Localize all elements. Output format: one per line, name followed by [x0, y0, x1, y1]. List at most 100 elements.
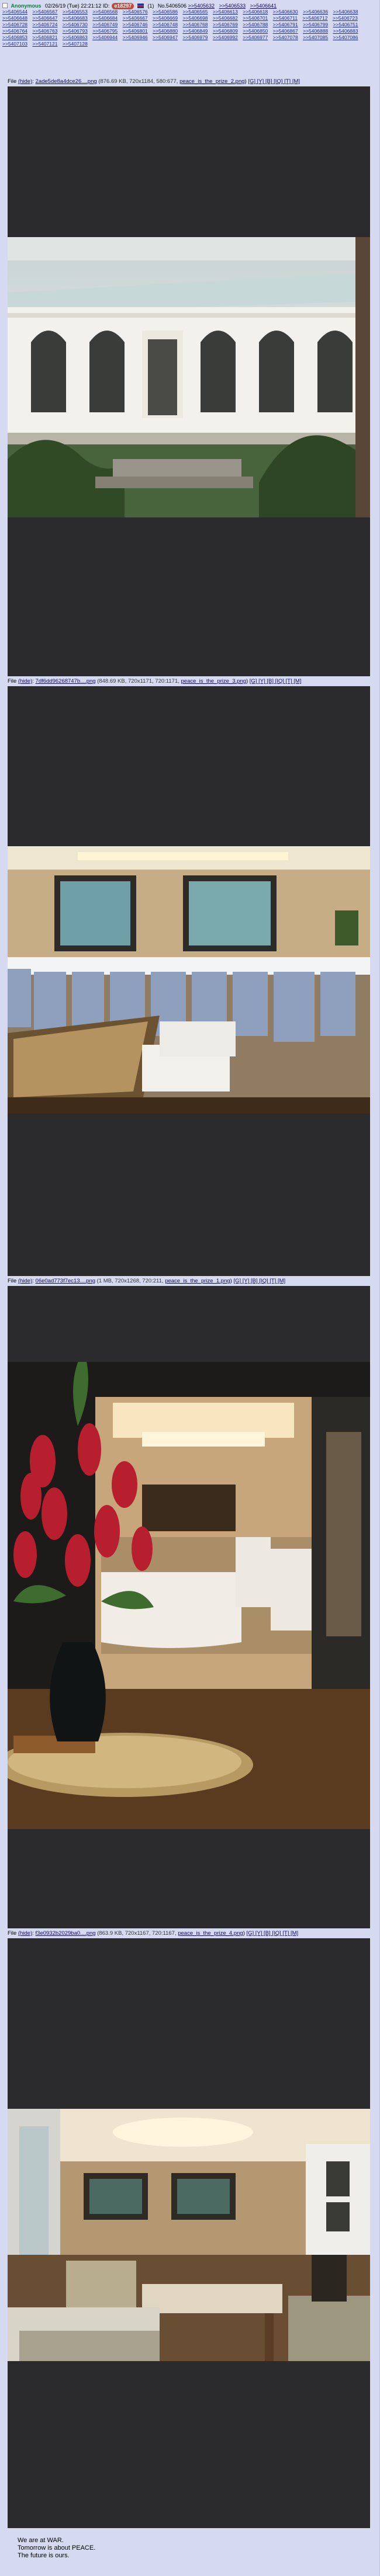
backlink-quote[interactable]: >>5406728: [2, 22, 27, 27]
backlink-quote[interactable]: >>5406636: [303, 9, 328, 15]
backlink-quote[interactable]: >>5406769: [213, 22, 238, 27]
backlink-quote[interactable]: >>5406764: [2, 28, 27, 34]
backlink-quote[interactable]: >>5406791: [273, 22, 298, 27]
backlink-quote[interactable]: >>5406977: [243, 34, 268, 40]
backlink-quote[interactable]: >>5406565: [182, 9, 208, 15]
backlink-quote[interactable]: >>5406698: [182, 15, 208, 21]
backlink-quote[interactable]: >>5406867: [273, 28, 298, 34]
backlink-quote[interactable]: >>5406724: [32, 22, 57, 27]
file-info-2: File (hide): 7df6dd96268747b....png (848…: [8, 678, 302, 684]
backlink-quote[interactable]: >>5406618: [243, 9, 268, 15]
image-dining-hall-flowers: [8, 1362, 370, 1829]
backlink-quote[interactable]: >>5406749: [92, 22, 118, 27]
backlink-quote[interactable]: >>5407078: [273, 34, 298, 40]
backlink-quote[interactable]: >>5407103: [2, 41, 27, 47]
poster-name: Anonymous: [11, 3, 42, 9]
original-filename[interactable]: peace_is_the_prize_1.png: [165, 1278, 230, 1284]
backlink-quote[interactable]: >>5406992: [213, 34, 238, 40]
backlink-quote[interactable]: >>5406788: [243, 22, 268, 27]
backlink-quote[interactable]: >>5406568: [92, 9, 118, 15]
header-quote-link[interactable]: >>5406533: [219, 3, 246, 9]
original-filename[interactable]: peace_is_the_prize_2.png: [179, 78, 244, 85]
image-search-tools[interactable]: [G] [Y] [B] [IQ] [T] [M]: [250, 678, 302, 684]
backlink-quote[interactable]: >>5406821: [32, 34, 57, 40]
backlink-quote[interactable]: >>5406946: [123, 34, 148, 40]
header-quote-link[interactable]: >>5405632: [188, 3, 215, 9]
message-line: Tomorrow is about PEACE.: [18, 2544, 96, 2551]
post-image-3[interactable]: [8, 1286, 370, 1928]
post-number[interactable]: No.5406506: [158, 3, 186, 9]
backlink-quote[interactable]: >>5407128: [63, 41, 88, 47]
backlink-quote[interactable]: >>5406801: [123, 28, 148, 34]
backlink-quote[interactable]: >>5406947: [153, 34, 178, 40]
backlink-quote[interactable]: >>5406768: [182, 22, 208, 27]
backlink-quote[interactable]: >>5406682: [213, 15, 238, 21]
backlink-quote[interactable]: >>5406544: [2, 9, 27, 15]
backlink-quote[interactable]: >>5406648: [2, 15, 27, 21]
file-name-link[interactable]: 2ade5de8a4dce26....png: [36, 78, 97, 85]
backlink-quote[interactable]: >>5406683: [63, 15, 88, 21]
backlink-quote[interactable]: >>5407086: [333, 34, 358, 40]
backlink-quote[interactable]: >>5406667: [123, 15, 148, 21]
post-image-2[interactable]: [8, 686, 370, 1276]
post-select-checkbox[interactable]: [2, 3, 8, 8]
backlink-quote[interactable]: >>5406630: [273, 9, 298, 15]
backlink-quote[interactable]: >>5406793: [63, 28, 88, 34]
backlink-quote[interactable]: >>5406809: [213, 28, 238, 34]
backlink-quote[interactable]: >>5406748: [153, 22, 178, 27]
backlink-quote[interactable]: >>5406944: [92, 34, 118, 40]
backlink-quote[interactable]: >>5406701: [243, 15, 268, 21]
file-name-link[interactable]: 06e0ad773f7ec13....png: [36, 1278, 95, 1284]
file-info-3: File (hide): 06e0ad773f7ec13....png (1 M…: [8, 1278, 286, 1284]
backlinks-list: >>5406544 >>5406567 >>5406553 >>5406568 …: [2, 9, 376, 47]
backlink-quote[interactable]: >>5406711: [273, 15, 298, 21]
backlink-quote[interactable]: >>5406647: [32, 15, 57, 21]
backlink-quote[interactable]: >>5406613: [213, 9, 238, 15]
backlink-quote[interactable]: >>5406863: [63, 34, 88, 40]
backlink-quote[interactable]: >>5407121: [32, 41, 57, 47]
backlink-quote[interactable]: >>5406567: [32, 9, 57, 15]
backlink-quote[interactable]: >>5406553: [63, 9, 88, 15]
backlink-quote[interactable]: >>5406763: [32, 28, 57, 34]
backlink-quote[interactable]: >>5406684: [92, 15, 118, 21]
hide-file-link[interactable]: (hide): [18, 678, 32, 684]
image-search-tools[interactable]: [G] [Y] [B] [IQ] [T] [M]: [248, 78, 300, 85]
header-quote-link[interactable]: >>5406641: [250, 3, 277, 9]
file-name-link[interactable]: 7df6dd96268747b....png: [36, 678, 96, 684]
backlink-quote[interactable]: >>5406853: [2, 34, 27, 40]
hide-file-link[interactable]: (hide): [18, 1278, 32, 1284]
backlink-quote[interactable]: >>5406638: [333, 9, 358, 15]
original-filename[interactable]: peace_is_the_prize_3.png: [181, 678, 246, 684]
image-search-tools[interactable]: [G] [Y] [B] [IQ] [T] [M]: [247, 1930, 299, 1937]
backlink-quote[interactable]: >>5406576: [123, 9, 148, 15]
reply-post: Anonymous 02/26/19 (Tue) 22:21:12 ID: e18…: [0, 0, 380, 2576]
backlink-quote[interactable]: >>5406712: [302, 15, 327, 21]
backlink-quote[interactable]: >>5406795: [92, 28, 118, 34]
backlink-quote[interactable]: >>5406880: [153, 28, 178, 34]
backlink-quote[interactable]: >>5406849: [182, 28, 208, 34]
image-search-tools[interactable]: [G] [Y] [B] [IQ] [T] [M]: [233, 1278, 285, 1284]
file-meta: (863.9 KB, 720x1167, 720:1167,: [97, 1930, 177, 1937]
backlink-quote[interactable]: >>5406850: [243, 28, 268, 34]
message-line: We are at WAR.: [18, 2537, 64, 2544]
original-filename[interactable]: peace_is_the_prize_4.png: [178, 1930, 243, 1937]
backlink-quote[interactable]: >>5406883: [333, 28, 358, 34]
backlink-quote[interactable]: >>5406799: [303, 22, 328, 27]
post-image-1[interactable]: [8, 86, 370, 676]
country-flag-icon: [137, 4, 144, 8]
hide-file-link[interactable]: (hide): [18, 78, 32, 85]
backlink-quote[interactable]: >>5406746: [123, 22, 148, 27]
backlink-quote[interactable]: >>5406979: [182, 34, 208, 40]
backlink-quote[interactable]: >>5406730: [63, 22, 88, 27]
file-name-link[interactable]: f3e0932b2029ba0....png: [36, 1930, 96, 1937]
post-image-4[interactable]: [8, 1938, 370, 2528]
hide-file-link[interactable]: (hide): [18, 1930, 32, 1937]
id-label: ID:: [102, 3, 110, 9]
backlink-quote[interactable]: >>5406751: [333, 22, 358, 27]
backlink-quote[interactable]: >>5406888: [303, 28, 328, 34]
backlink-quote[interactable]: >>5406723: [333, 15, 358, 21]
file-label: File: [8, 1930, 17, 1937]
backlink-quote[interactable]: >>5407085: [303, 34, 328, 40]
backlink-quote[interactable]: >>5406669: [153, 15, 178, 21]
backlink-quote[interactable]: >>5406586: [153, 9, 178, 15]
